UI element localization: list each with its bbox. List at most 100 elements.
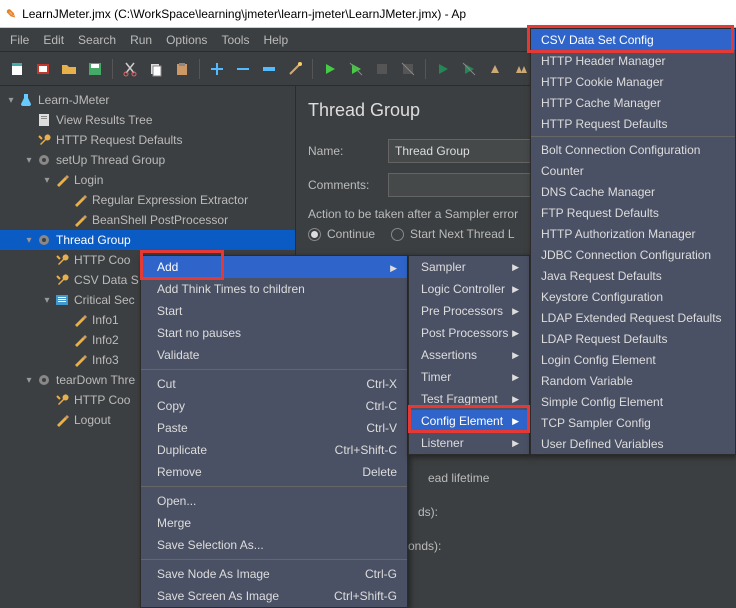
config-menu-item[interactable]: LDAP Extended Request Defaults — [531, 307, 735, 328]
ctx-item[interactable]: Add Think Times to children — [141, 278, 407, 300]
open-icon[interactable] — [58, 58, 80, 80]
config-menu-item[interactable]: FTP Request Defaults — [531, 202, 735, 223]
ctx-item[interactable]: Validate — [141, 344, 407, 366]
config-menu-item[interactable]: HTTP Request Defaults — [531, 113, 735, 134]
config-menu-item[interactable]: HTTP Header Manager — [531, 50, 735, 71]
tree-twisty-icon[interactable]: ▾ — [22, 235, 36, 246]
menu-options[interactable]: Options — [160, 31, 213, 49]
config-menu-item[interactable]: HTTP Authorization Manager — [531, 223, 735, 244]
config-menu-item[interactable]: TCP Sampler Config — [531, 412, 735, 433]
config-element-submenu[interactable]: CSV Data Set ConfigHTTP Header ManagerHT… — [530, 28, 736, 455]
config-menu-item[interactable]: LDAP Request Defaults — [531, 328, 735, 349]
clear-icon[interactable] — [484, 58, 506, 80]
ctx-item[interactable]: Save Screen As ImageCtrl+Shift-G — [141, 585, 407, 607]
config-menu-item[interactable]: Counter — [531, 160, 735, 181]
tree-item[interactable]: HTTP Request Defaults — [0, 130, 295, 150]
config-menu-item[interactable]: HTTP Cookie Manager — [531, 71, 735, 92]
ctx-item[interactable]: Start no pauses — [141, 322, 407, 344]
toggle-icon[interactable] — [258, 58, 280, 80]
ctx-item[interactable]: DuplicateCtrl+Shift-C — [141, 439, 407, 461]
ctx-item[interactable]: Merge — [141, 512, 407, 534]
config-menu-item[interactable]: Keystore Configuration — [531, 286, 735, 307]
config-menu-item[interactable]: Simple Config Element — [531, 391, 735, 412]
tree-twisty-icon[interactable]: ▾ — [22, 375, 36, 386]
tree-item[interactable]: ▾setUp Thread Group — [0, 150, 295, 170]
tree-twisty-icon[interactable]: ▾ — [40, 295, 54, 306]
start-notimers-icon[interactable] — [345, 58, 367, 80]
submenu-item[interactable]: Config Element▶ — [409, 410, 529, 432]
save-icon[interactable] — [84, 58, 106, 80]
menu-file[interactable]: File — [4, 31, 35, 49]
ctx-item[interactable]: PasteCtrl-V — [141, 417, 407, 439]
radio-continue[interactable]: Continue — [308, 227, 375, 241]
stop-icon[interactable] — [371, 58, 393, 80]
gear-icon — [36, 232, 52, 248]
pen-icon — [72, 332, 88, 348]
comments-label: Comments: — [308, 178, 378, 192]
config-menu-item[interactable]: CSV Data Set Config — [531, 29, 735, 50]
tree-label: HTTP Request Defaults — [56, 133, 183, 147]
tree-item[interactable]: ▾ Thread Group — [0, 230, 295, 250]
shutdown-icon[interactable] — [397, 58, 419, 80]
wand-icon[interactable] — [284, 58, 306, 80]
ctx-item[interactable]: Save Selection As... — [141, 534, 407, 556]
menu-help[interactable]: Help — [257, 31, 294, 49]
config-menu-item[interactable]: Login Config Element — [531, 349, 735, 370]
paste-icon[interactable] — [171, 58, 193, 80]
submenu-item[interactable]: Post Processors▶ — [409, 322, 529, 344]
submenu-item[interactable]: Pre Processors▶ — [409, 300, 529, 322]
tree-item[interactable]: View Results Tree — [0, 110, 295, 130]
submenu-item[interactable]: Assertions▶ — [409, 344, 529, 366]
config-menu-item[interactable]: DNS Cache Manager — [531, 181, 735, 202]
tree-label: tearDown Thre — [56, 373, 135, 387]
menu-edit[interactable]: Edit — [37, 31, 70, 49]
tree-label: Thread Group — [56, 233, 131, 247]
submenu-item[interactable]: Listener▶ — [409, 432, 529, 454]
doc-icon — [36, 112, 52, 128]
menu-search[interactable]: Search — [72, 31, 122, 49]
ctx-item[interactable]: Open... — [141, 490, 407, 512]
submenu-arrow-icon: ▶ — [512, 306, 519, 317]
start-icon[interactable] — [319, 58, 341, 80]
new-icon[interactable] — [6, 58, 28, 80]
ctx-item[interactable]: CutCtrl-X — [141, 373, 407, 395]
tree-item[interactable]: ▾Login — [0, 170, 295, 190]
submenu-item[interactable]: Sampler▶ — [409, 256, 529, 278]
ctx-item[interactable]: CopyCtrl-C — [141, 395, 407, 417]
add-submenu[interactable]: Sampler▶Logic Controller▶Pre Processors▶… — [408, 255, 530, 455]
radio-start-next[interactable]: Start Next Thread L — [391, 227, 515, 241]
ctx-item[interactable]: Start — [141, 300, 407, 322]
clear-all-icon[interactable] — [510, 58, 532, 80]
ctx-item[interactable]: Save Node As ImageCtrl-G — [141, 563, 407, 585]
expand-icon[interactable] — [206, 58, 228, 80]
config-menu-item[interactable]: Bolt Connection Configuration — [531, 139, 735, 160]
config-menu-item[interactable]: Random Variable — [531, 370, 735, 391]
submenu-item[interactable]: Test Fragment▶ — [409, 388, 529, 410]
config-menu-item[interactable]: HTTP Cache Manager — [531, 92, 735, 113]
config-menu-item[interactable]: JDBC Connection Configuration — [531, 244, 735, 265]
tree-label: Critical Sec — [74, 293, 135, 307]
submenu-item[interactable]: Logic Controller▶ — [409, 278, 529, 300]
context-menu[interactable]: Add▶Add Think Times to childrenStartStar… — [140, 255, 408, 608]
remote-stop-icon[interactable] — [458, 58, 480, 80]
collapse-icon[interactable] — [232, 58, 254, 80]
submenu-item[interactable]: Timer▶ — [409, 366, 529, 388]
tree-twisty-icon[interactable]: ▾ — [40, 175, 54, 186]
ctx-item[interactable]: Add▶ — [141, 256, 407, 278]
menu-tools[interactable]: Tools — [215, 31, 255, 49]
tree-item[interactable]: BeanShell PostProcessor — [0, 210, 295, 230]
gear-icon — [36, 372, 52, 388]
tree-twisty-icon[interactable]: ▾ — [22, 155, 36, 166]
cut-icon[interactable] — [119, 58, 141, 80]
ctx-item[interactable]: RemoveDelete — [141, 461, 407, 483]
copy-icon[interactable] — [145, 58, 167, 80]
tree-item[interactable]: Regular Expression Extractor — [0, 190, 295, 210]
tree-item[interactable]: ▾Learn-JMeter — [0, 90, 295, 110]
templates-icon[interactable] — [32, 58, 54, 80]
menu-run[interactable]: Run — [124, 31, 158, 49]
config-menu-item[interactable]: User Defined Variables — [531, 433, 735, 454]
tree-twisty-icon[interactable]: ▾ — [4, 95, 18, 106]
remote-start-icon[interactable] — [432, 58, 454, 80]
config-menu-item[interactable]: Java Request Defaults — [531, 265, 735, 286]
tree-label: Regular Expression Extractor — [92, 193, 248, 207]
